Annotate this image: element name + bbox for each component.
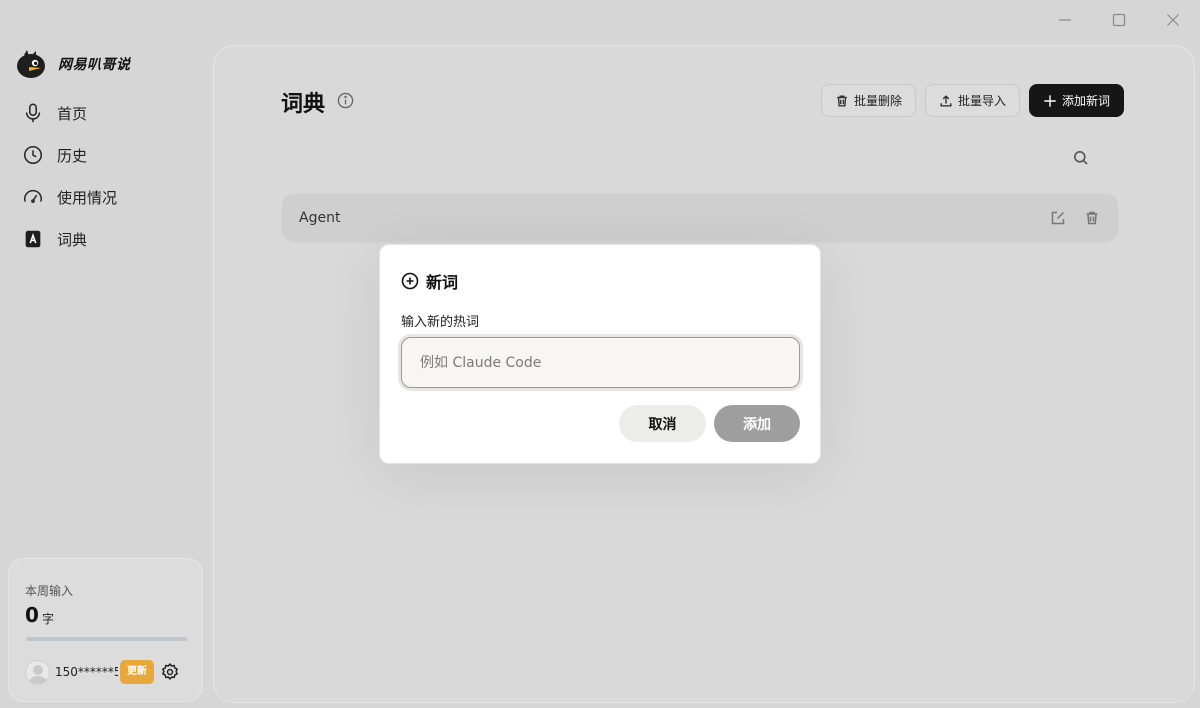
user-phone: 150******5 <box>55 665 118 679</box>
window-controls <box>1038 0 1200 40</box>
batch-import-label: 批量导入 <box>957 94 1006 108</box>
dictionary-icon <box>25 230 41 248</box>
add-word-label: 添加新词 <box>1061 94 1110 108</box>
sidebar-item-label: 使用情况 <box>57 188 118 207</box>
sidebar-item-usage[interactable]: 使用情况 <box>22 176 117 218</box>
batch-import-button[interactable]: 批量导入 <box>924 84 1020 117</box>
sidebar-item-label: 历史 <box>57 146 88 165</box>
plus-circle-icon <box>401 272 419 290</box>
weekly-input-value: 0 <box>25 603 39 627</box>
sidebar-item-label: 首页 <box>57 104 88 123</box>
sidebar-nav: 首页 历史 使用情况 词典 <box>22 92 117 260</box>
add-button[interactable]: 添加 <box>714 405 800 442</box>
edit-icon <box>1051 211 1065 225</box>
weekly-input-unit: 字 <box>42 612 55 626</box>
dialog-title: 新词 <box>426 273 459 292</box>
minimize-icon <box>1059 19 1071 21</box>
row-actions <box>1032 210 1100 226</box>
weekly-input-card: 本周输入 0 字 150******5 更新 <box>8 558 203 702</box>
sidebar-item-dictionary[interactable]: 词典 <box>22 218 117 260</box>
close-icon <box>1167 14 1179 26</box>
user-row: 150******5 更新 <box>25 658 190 686</box>
toolbar: 批量删除 批量导入 添加新词 <box>812 84 1124 117</box>
dialog-header: 新词 <box>401 269 458 293</box>
cancel-button[interactable]: 取消 <box>619 405 706 442</box>
clock-icon <box>23 145 43 165</box>
batch-delete-button[interactable]: 批量删除 <box>820 84 916 117</box>
info-icon[interactable] <box>337 92 354 109</box>
search-icon[interactable] <box>1072 149 1090 167</box>
sidebar-item-home[interactable]: 首页 <box>22 92 117 134</box>
page-title: 词典 <box>281 92 326 117</box>
bird-logo-icon <box>17 50 45 78</box>
weekly-input-title: 本周输入 <box>25 584 74 598</box>
maximize-button[interactable] <box>1092 0 1146 40</box>
add-word-button[interactable]: 添加新词 <box>1028 84 1124 117</box>
edit-button[interactable] <box>1050 210 1066 226</box>
update-button[interactable]: 更新 <box>120 660 154 684</box>
avatar[interactable] <box>25 659 50 685</box>
new-word-input[interactable] <box>401 337 800 388</box>
brand-name: 网易叭哥说 <box>58 57 131 73</box>
plus-icon <box>1044 94 1056 107</box>
maximize-icon <box>1112 13 1126 27</box>
minimize-button[interactable] <box>1038 0 1092 40</box>
word-text: Agent <box>299 210 341 226</box>
trash-icon <box>837 94 847 107</box>
gauge-icon <box>23 189 43 204</box>
settings-button[interactable] <box>160 662 180 682</box>
trash-icon <box>1086 211 1098 225</box>
sidebar: 网易叭哥说 首页 历史 使用情况 词典 本周输入 0 字 150******5 … <box>0 0 212 708</box>
sidebar-item-history[interactable]: 历史 <box>22 134 117 176</box>
weekly-input-progress <box>26 637 187 641</box>
microphone-icon <box>25 103 41 123</box>
upload-icon <box>940 94 952 107</box>
gear-icon <box>161 662 179 681</box>
list-item[interactable]: Agent <box>281 193 1119 243</box>
sidebar-item-label: 词典 <box>57 230 88 249</box>
brand[interactable]: 网易叭哥说 <box>15 48 131 80</box>
new-word-dialog: 新词 输入新的热词 取消 添加 <box>379 244 821 464</box>
delete-button[interactable] <box>1084 210 1100 226</box>
close-button[interactable] <box>1146 0 1200 40</box>
batch-delete-label: 批量删除 <box>853 94 902 108</box>
field-label: 输入新的热词 <box>401 315 480 330</box>
